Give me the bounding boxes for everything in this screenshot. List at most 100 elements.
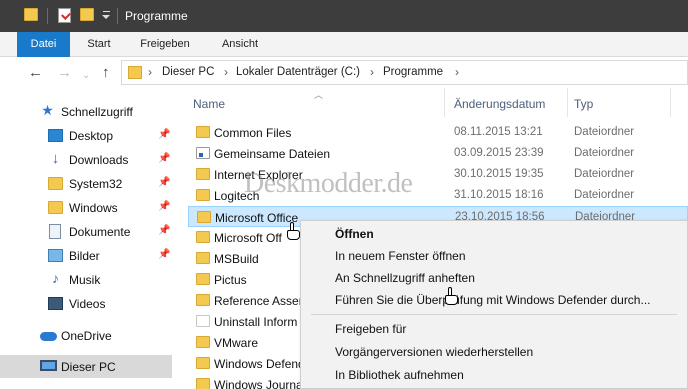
file-name: Windows Journa bbox=[214, 378, 303, 389]
menu-item-oeffnen[interactable]: Öffnen bbox=[301, 222, 687, 244]
arrow-right-icon[interactable]: → bbox=[57, 65, 72, 80]
nav-item-label: Musik bbox=[69, 273, 101, 287]
menu-item-include-library[interactable]: In Bibliothek aufnehmen bbox=[301, 363, 687, 385]
arrow-left-icon[interactable]: ← bbox=[28, 65, 43, 80]
chevron-right-icon[interactable]: › bbox=[224, 65, 228, 79]
menu-item-pin-quick-access[interactable]: An Schnellzugriff anheften bbox=[301, 266, 687, 288]
tab-freigeben[interactable]: Freigeben bbox=[132, 32, 198, 57]
nav-item-dieser-pc[interactable]: Dieser PC bbox=[0, 355, 172, 378]
context-menu: Öffnen In neuem Fenster öffnen An Schnel… bbox=[300, 220, 688, 389]
folder-icon bbox=[48, 177, 63, 190]
desktop-icon bbox=[48, 129, 63, 142]
empty-folder-icon bbox=[196, 315, 210, 327]
documents-icon bbox=[49, 224, 61, 239]
videos-icon bbox=[48, 297, 63, 310]
tab-ansicht[interactable]: Ansicht bbox=[212, 32, 268, 57]
chevron-right-icon[interactable]: › bbox=[455, 65, 459, 79]
breadcrumb-dieser-pc[interactable]: Dieser PC bbox=[162, 66, 214, 78]
download-icon: ↓ bbox=[51, 150, 60, 167]
nav-item-label: Downloads bbox=[69, 153, 129, 167]
chevron-down-icon[interactable]: ⌄ bbox=[82, 68, 90, 83]
pin-icon: 📌 bbox=[158, 225, 171, 236]
nav-item-bilder[interactable]: Bilder 📌 bbox=[0, 244, 172, 267]
nav-item-dokumente[interactable]: Dokumente 📌 bbox=[0, 220, 172, 243]
column-header-type[interactable]: Typ bbox=[574, 97, 593, 111]
breadcrumb-programme[interactable]: Programme bbox=[383, 66, 443, 78]
tab-datei[interactable]: Datei bbox=[17, 32, 70, 57]
file-name: Reference Assem bbox=[214, 294, 309, 308]
column-header-name[interactable]: Name bbox=[193, 97, 225, 111]
folder-icon bbox=[196, 231, 210, 243]
file-name: Microsoft Office bbox=[215, 211, 299, 225]
file-type: Dateiordner bbox=[574, 147, 635, 159]
nav-item-windows[interactable]: Windows 📌 bbox=[0, 196, 172, 219]
folder-icon bbox=[128, 66, 142, 79]
nav-item-desktop[interactable]: Desktop 📌 bbox=[0, 124, 172, 147]
menu-item-label: Führen Sie die Überprüfung mit Windows D… bbox=[335, 293, 651, 307]
file-name: Pictus bbox=[214, 273, 247, 287]
menu-item-label: In neuem Fenster öffnen bbox=[335, 249, 466, 263]
column-divider[interactable] bbox=[567, 88, 568, 117]
column-divider[interactable] bbox=[444, 88, 445, 117]
nav-item-label: Videos bbox=[69, 297, 106, 311]
nav-item-label: Schnellzugriff bbox=[61, 105, 133, 119]
folder-icon bbox=[196, 189, 210, 201]
tab-start[interactable]: Start bbox=[79, 32, 119, 57]
shortcut-folder-icon bbox=[196, 147, 210, 159]
file-name: Microsoft Off bbox=[214, 231, 282, 245]
file-name: Common Files bbox=[214, 126, 292, 140]
nav-item-schnellzugriff[interactable]: ★ Schnellzugriff bbox=[0, 100, 172, 123]
file-type: Dateiordner bbox=[574, 126, 635, 138]
menu-item-previous-versions[interactable]: Vorgängerversionen wiederherstellen bbox=[301, 340, 687, 362]
address-box[interactable]: › Dieser PC › Lokaler Datenträger (C:) ›… bbox=[121, 60, 688, 85]
arrow-up-icon[interactable]: ↑ bbox=[102, 65, 110, 80]
window-title: Programme bbox=[125, 9, 188, 23]
nav-item-videos[interactable]: Videos bbox=[0, 292, 172, 315]
folder-icon bbox=[196, 294, 210, 306]
chevron-right-icon[interactable]: › bbox=[148, 65, 152, 79]
breadcrumb-drive-c[interactable]: Lokaler Datenträger (C:) bbox=[236, 66, 360, 78]
folder-icon bbox=[196, 336, 210, 348]
folder-icon bbox=[197, 211, 211, 223]
pictures-icon bbox=[48, 249, 63, 262]
column-divider[interactable] bbox=[670, 88, 671, 117]
nav-item-downloads[interactable]: ↓ Downloads 📌 bbox=[0, 148, 172, 171]
file-name: Windows Defend bbox=[214, 357, 305, 371]
nav-item-label: Desktop bbox=[69, 129, 114, 143]
folder-icon bbox=[196, 126, 210, 138]
cloud-icon bbox=[40, 332, 57, 341]
nav-item-musik[interactable]: ♪ Musik bbox=[0, 268, 172, 291]
navigation-pane: ★ Schnellzugriff Desktop 📌 ↓ Downloads 📌… bbox=[0, 90, 176, 389]
file-date: 08.11.2015 13:21 bbox=[454, 126, 543, 138]
chevron-right-icon[interactable]: › bbox=[370, 65, 374, 79]
menu-item-open-new-window[interactable]: In neuem Fenster öffnen bbox=[301, 244, 687, 266]
folder-icon bbox=[24, 8, 38, 21]
title-bar: Programme bbox=[0, 0, 688, 32]
menu-item-share-with[interactable]: Freigeben für bbox=[301, 317, 687, 339]
table-row[interactable]: Gemeinsame Dateien 03.09.2015 23:39 Date… bbox=[188, 143, 688, 164]
properties-icon[interactable] bbox=[58, 8, 71, 23]
folder-icon bbox=[48, 201, 63, 214]
file-type: Dateiordner bbox=[574, 189, 635, 201]
ribbon-tabs: Datei Start Freigeben Ansicht bbox=[0, 32, 688, 57]
customize-quick-access-icon[interactable] bbox=[101, 11, 111, 21]
folder-icon bbox=[196, 378, 210, 389]
file-name: Gemeinsame Dateien bbox=[214, 147, 331, 161]
menu-item-label: An Schnellzugriff anheften bbox=[335, 271, 475, 285]
menu-item-label: In Bibliothek aufnehmen bbox=[335, 368, 464, 382]
nav-item-onedrive[interactable]: OneDrive bbox=[0, 324, 172, 347]
menu-item-label: Vorgängerversionen wiederherstellen bbox=[335, 345, 534, 359]
nav-item-label: Bilder bbox=[69, 249, 100, 263]
column-header-date[interactable]: Änderungsdatum bbox=[454, 97, 545, 111]
file-date: 03.09.2015 23:39 bbox=[454, 147, 544, 159]
computer-icon bbox=[40, 360, 57, 371]
nav-item-system32[interactable]: System32 📌 bbox=[0, 172, 172, 195]
menu-item-defender-scan[interactable]: Führen Sie die Überprüfung mit Windows D… bbox=[301, 288, 687, 310]
new-folder-icon[interactable] bbox=[80, 8, 94, 21]
sort-ascending-icon: ︿ bbox=[314, 90, 324, 100]
pin-icon: 📌 bbox=[158, 153, 171, 164]
table-row[interactable]: Common Files 08.11.2015 13:21 Dateiordne… bbox=[188, 122, 688, 143]
pin-icon: 📌 bbox=[158, 201, 171, 212]
pin-icon: 📌 bbox=[158, 249, 171, 260]
file-date: 30.10.2015 19:35 bbox=[454, 168, 544, 180]
